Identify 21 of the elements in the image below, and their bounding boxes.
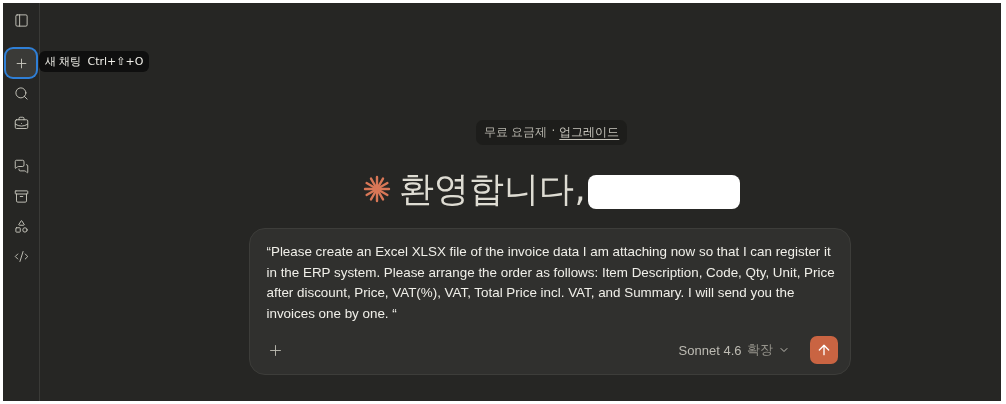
search-icon [13,85,29,101]
greeting-heading: 환영합니다, [399,167,586,211]
message-text: “Please create an Excel XLSX file of the invoice data I am attaching now so that I can register it in the ERP system. Please arrange the order as follows: Item Description, Code, Qty, Unit, Price after discount, Price, VAT(%), VAT, Total Price incl. VAT, and Summary. I will send you the invoices one by one. “ [266,243,836,323]
chat-bubbles-icon [13,158,29,174]
upgrade-link[interactable]: 업그레이드 [559,124,620,141]
shortcut-text: Ctrl+⇧+O [87,55,144,68]
toolbox-icon [13,115,29,131]
send-button[interactable] [809,336,838,364]
starburst-icon [363,175,392,203]
separator-text: · [551,124,556,140]
message-input[interactable] [248,228,851,375]
plan-text: 무료 요금제 [483,124,548,141]
sidebar-button[interactable] [6,49,36,77]
model-selector[interactable]: Sonnet 4.6 확장 [672,340,796,360]
mode-text: 확장 [746,341,773,359]
sidebar-toggle-icon [13,12,29,28]
tooltip-label: 새 채팅 [45,54,82,69]
code-icon [13,248,29,264]
shapes-icon [13,218,29,234]
archive-icon [13,188,29,204]
plus-icon [13,55,29,71]
